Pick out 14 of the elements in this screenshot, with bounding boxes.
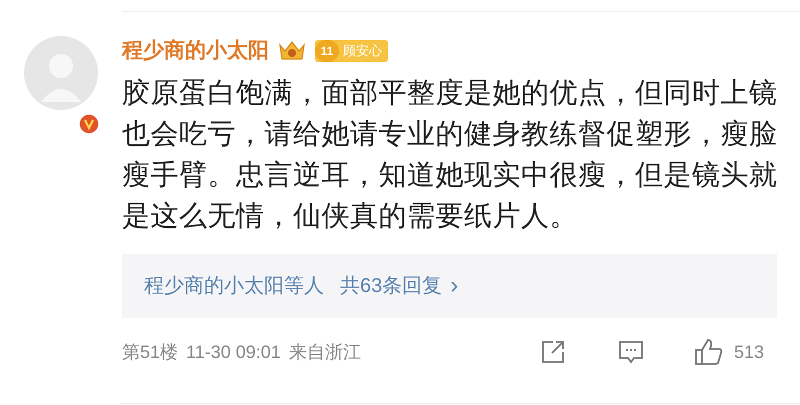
comment-location: 来自浙江: [288, 340, 361, 364]
fan-badge: 11 顾安心: [315, 40, 388, 62]
replies-panel[interactable]: 程少商的小太阳等人 共63条回复 ›: [122, 254, 777, 318]
comment-text: 胶原蛋白饱满，面部平整度是她的优点，但同时上镜也会吃亏，请给她请专业的健身教练督促塑形，瘦脸瘦手臂。忠言逆耳，知道她现实中很瘦，但是镜头就是这么无情，仙侠真的需要纸片人。: [122, 76, 778, 233]
replies-names: 程少商的小太阳等人: [144, 274, 324, 299]
like-count: 513: [734, 340, 764, 364]
username[interactable]: 程少商的小太阳: [122, 35, 269, 67]
share-icon[interactable]: [540, 339, 566, 365]
floor-number: 第51楼: [122, 340, 178, 364]
comment-icon[interactable]: [618, 339, 644, 365]
chevron-icon: ›: [450, 268, 458, 304]
comment-time: 11-30 09:01: [186, 340, 281, 364]
like-icon[interactable]: [694, 338, 724, 366]
replies-count: 共63条回复: [340, 274, 442, 299]
